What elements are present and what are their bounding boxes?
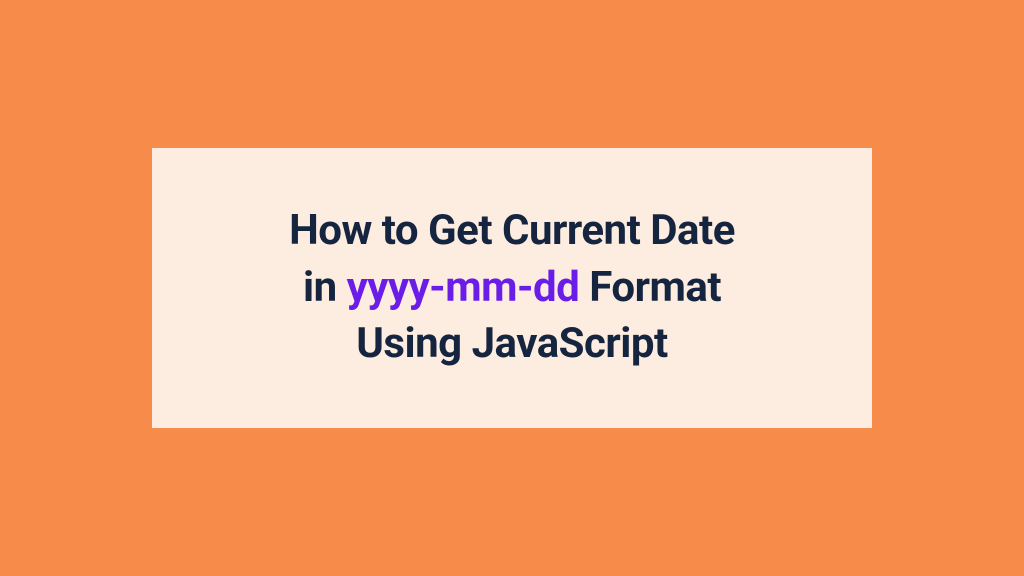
page-title: How to Get Current Date in yyyy-mm-dd Fo… (192, 203, 832, 373)
title-card: How to Get Current Date in yyyy-mm-dd Fo… (152, 148, 872, 428)
title-line-3: Using JavaScript (356, 319, 668, 368)
title-highlight: yyyy-mm-dd (347, 263, 580, 312)
title-line-1: How to Get Current Date (289, 206, 735, 255)
title-line-2-prefix: in (303, 263, 347, 312)
title-line-2-suffix: Format (579, 263, 721, 312)
